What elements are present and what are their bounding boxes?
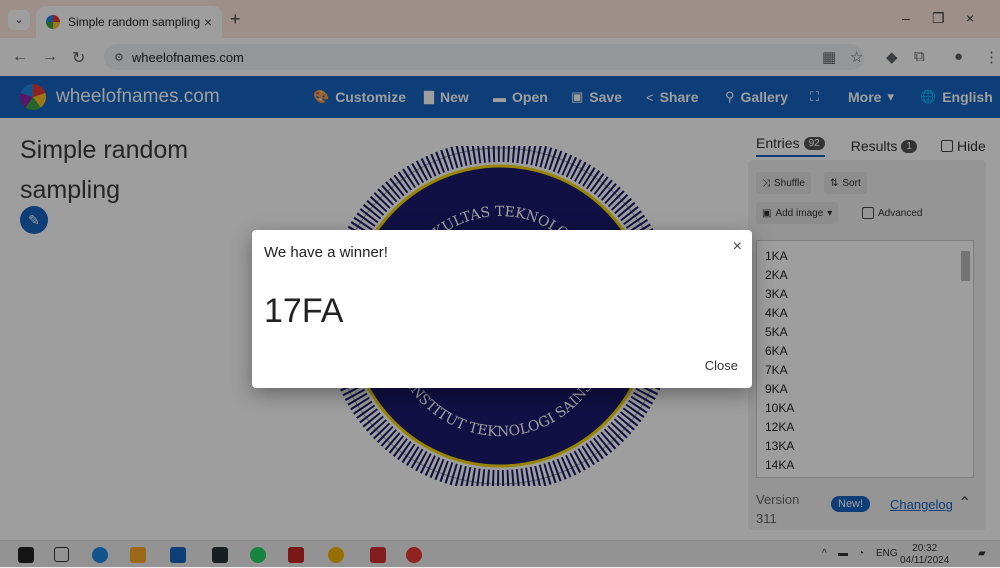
- dialog-close-icon[interactable]: ×: [733, 238, 742, 256]
- dialog-heading: We have a winner!: [264, 244, 388, 261]
- winner-name: 17FA: [264, 292, 344, 330]
- close-button[interactable]: Close: [705, 358, 738, 373]
- winner-dialog: We have a winner! × 17FA Close: [252, 230, 752, 388]
